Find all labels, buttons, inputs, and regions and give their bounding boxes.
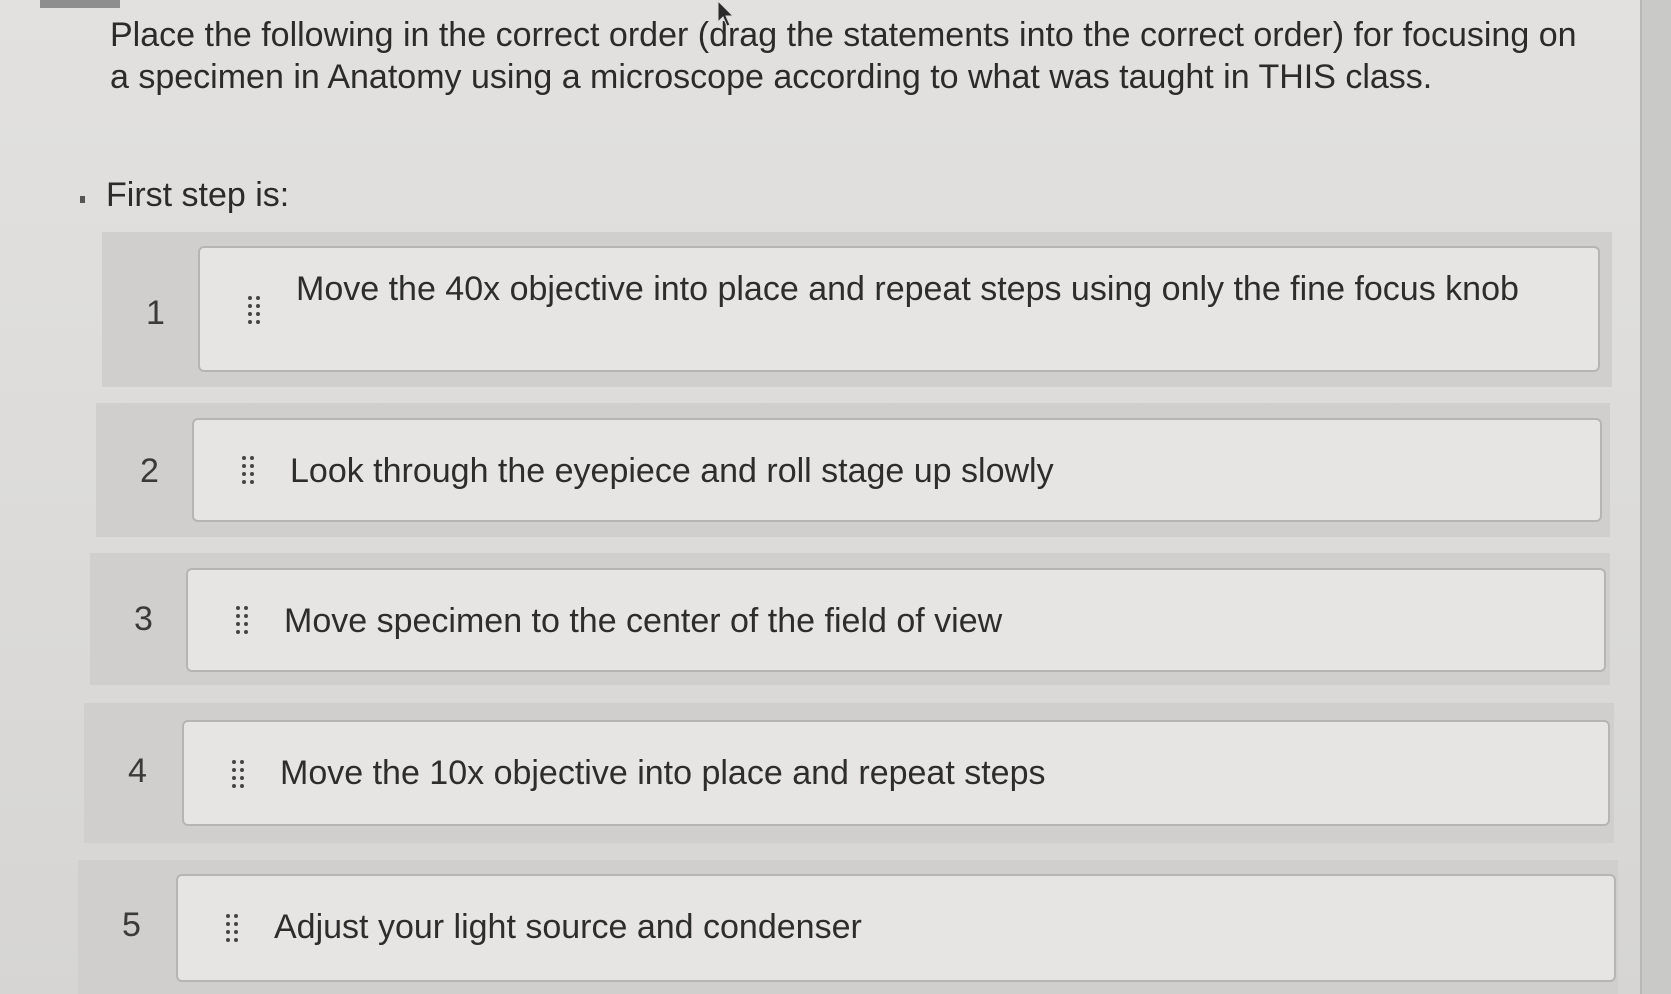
draggable-statement-card[interactable]: Look through the eyepiece and roll stage…: [192, 418, 1602, 522]
drag-handle-icon[interactable]: [246, 294, 262, 328]
statement-text: Move specimen to the center of the field…: [284, 602, 1003, 640]
order-number: 4: [128, 752, 147, 790]
statement-text: Move the 40x objective into place and re…: [296, 270, 1519, 308]
draggable-statement-card[interactable]: Adjust your light source and condenser: [176, 874, 1616, 982]
statement-text: Look through the eyepiece and roll stage…: [290, 452, 1054, 490]
drag-handle-icon[interactable]: [240, 454, 256, 488]
statement-text: Adjust your light source and condenser: [274, 908, 862, 946]
order-number: 1: [146, 294, 165, 332]
statement-text: Move the 10x objective into place and re…: [280, 754, 1046, 792]
draggable-statement-card[interactable]: Move the 10x objective into place and re…: [182, 720, 1610, 826]
draggable-statement-card[interactable]: Move the 40x objective into place and re…: [198, 246, 1600, 372]
order-number: 2: [140, 452, 159, 490]
ordering-list: 1 Move the 40x objective into place and …: [0, 0, 1640, 994]
drag-handle-icon[interactable]: [230, 758, 246, 792]
drag-handle-icon[interactable]: [224, 912, 240, 946]
drag-handle-icon[interactable]: [234, 604, 250, 638]
order-number: 5: [122, 906, 141, 944]
draggable-statement-card[interactable]: Move specimen to the center of the field…: [186, 568, 1606, 672]
order-number: 3: [134, 600, 153, 638]
question-panel: Place the following in the correct order…: [0, 0, 1642, 994]
